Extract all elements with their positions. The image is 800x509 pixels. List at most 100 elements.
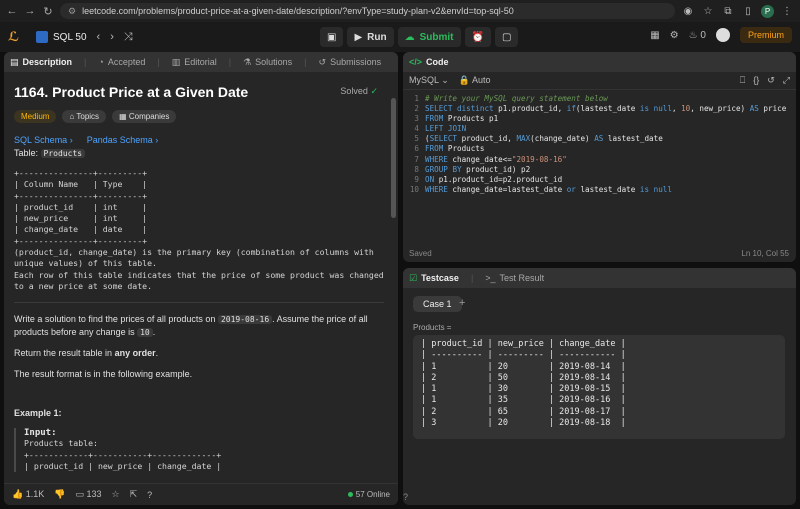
example-block: Products table: +------------+----------…: [24, 438, 222, 471]
tab-testcase[interactable]: ☑ Testcase: [409, 273, 459, 284]
cloud-upload-icon: ☁: [404, 31, 415, 43]
profile-avatar[interactable]: P: [761, 4, 774, 18]
tab-label: Testcase: [421, 273, 459, 283]
solved-label: Solved: [340, 86, 368, 96]
prompt-date: 2019-08-16: [217, 315, 273, 325]
sql-schema-link[interactable]: SQL Schema ›: [14, 135, 73, 145]
code-line: 8 GROUP BY product_id) p2: [414, 164, 531, 174]
next-problem-icon[interactable]: ›: [110, 31, 114, 44]
submit-label: Submit: [419, 31, 454, 43]
help-button[interactable]: ?: [147, 490, 152, 500]
tab-accepted[interactable]: ◔ Accepted: [98, 57, 145, 67]
tab-label: Test Result: [499, 273, 545, 283]
app-header: ℒ SQL 50 ‹ › ⤨ ▣ ▶ Run ☁ Submit ⏰ ▢ ▦ ⚙ …: [0, 22, 800, 52]
submit-button[interactable]: ☁ Submit: [397, 27, 461, 47]
bookmark-icon[interactable]: ⎕: [740, 75, 745, 86]
difficulty-badge[interactable]: Medium: [14, 110, 57, 123]
tab-description[interactable]: ▤ Description: [10, 57, 72, 68]
code-line: 4 LEFT JOIN: [414, 124, 467, 134]
debug-button[interactable]: ▣: [320, 27, 344, 47]
pandas-schema-link[interactable]: Pandas Schema ›: [87, 135, 159, 145]
share-button[interactable]: ⇱: [130, 489, 138, 500]
check-circle-icon: ✓: [370, 86, 378, 96]
reload-icon[interactable]: ↻: [42, 5, 54, 18]
description-scrollbar[interactable]: [391, 78, 396, 476]
format-icon[interactable]: {}: [753, 75, 759, 86]
url-text: leetcode.com/problems/product-price-at-a…: [82, 6, 514, 16]
tab-editorial[interactable]: ▥ Editorial: [172, 57, 217, 68]
online-status: 57 Online: [347, 490, 390, 499]
tab-label: Description: [22, 57, 73, 67]
testcase-input[interactable]: | product_id | new_price | change_date |…: [413, 335, 785, 439]
sidepanel-icon[interactable]: ▯: [741, 6, 755, 17]
code-line: 7 WHERE change_date<="2019-08-16": [414, 154, 567, 164]
tab-test-result[interactable]: >_ Test Result: [485, 273, 544, 283]
tab-label: Submissions: [330, 57, 382, 67]
notes-button[interactable]: ▢: [494, 27, 519, 47]
extensions-icon[interactable]: ⧉: [721, 6, 735, 17]
tab-label: Accepted: [107, 57, 146, 67]
help-icon[interactable]: ?: [403, 492, 408, 502]
forward-icon[interactable]: →: [24, 5, 36, 17]
divider: [14, 302, 384, 304]
code-text: FROM Products p1: [425, 114, 499, 124]
like-button[interactable]: 👍 1.1K: [12, 489, 44, 500]
companies-chip[interactable]: ▦ Companies: [112, 110, 177, 123]
address-bar[interactable]: ⚙ leetcode.com/problems/product-price-at…: [60, 3, 675, 19]
description-footer: 👍 1.1K 👎 ▭ 133 ☆ ⇱ ? 57 Online: [4, 483, 398, 505]
input-label: Input:: [24, 428, 57, 439]
reset-icon[interactable]: ↺: [767, 75, 775, 86]
star-icon[interactable]: ☆: [701, 6, 715, 17]
timer-button[interactable]: ⏰: [464, 27, 491, 47]
language-select[interactable]: MySQL ⌄: [409, 75, 449, 86]
scroll-thumb[interactable]: [391, 98, 396, 218]
code-line: 6 FROM Products: [414, 144, 485, 154]
run-button[interactable]: ▶ Run: [347, 27, 394, 47]
play-icon: ▶: [354, 31, 363, 43]
link-label: Pandas Schema: [86, 135, 153, 145]
clock-icon: ◔: [98, 57, 104, 67]
code-text: WHERE change_date<="2019-08-16": [425, 154, 567, 164]
code-line: 9 ON p1.product_id=p2.product_id: [414, 174, 563, 184]
premium-button[interactable]: Premium: [739, 27, 792, 43]
mode-label: Auto: [471, 75, 491, 85]
code-text: FROM Products: [425, 144, 485, 154]
fullscreen-icon[interactable]: ⤢: [783, 75, 790, 86]
favorite-button[interactable]: ☆: [112, 489, 120, 500]
return-bold: any order: [114, 348, 156, 359]
menu-icon[interactable]: ⋮: [780, 6, 794, 17]
description-tabs: ▤ Description | ◔ Accepted | ▥ Editorial | …: [4, 52, 398, 72]
editor-status: Saved Ln 10, Col 55: [409, 249, 789, 258]
site-info-icon[interactable]: ⚙: [68, 6, 76, 17]
case-1-tab[interactable]: Case 1: [413, 296, 462, 312]
streak-counter[interactable]: ♨ 0: [689, 30, 706, 41]
tab-solutions[interactable]: ⚗ Solutions: [243, 57, 292, 68]
lock-icon: 🔒: [458, 75, 470, 85]
study-plan-link[interactable]: SQL 50: [36, 31, 87, 43]
back-icon[interactable]: ←: [6, 5, 18, 17]
add-case-icon[interactable]: +: [459, 297, 465, 309]
return-text: Return the result table in: [14, 348, 113, 359]
table-name: Products: [40, 149, 86, 158]
history-icon: ↺: [318, 56, 327, 67]
prompt-default-price: 10: [137, 328, 153, 338]
shuffle-icon[interactable]: ⤨: [124, 31, 133, 44]
user-avatar[interactable]: [715, 28, 730, 42]
tab-submissions[interactable]: ↺ Submissions: [319, 57, 382, 68]
code-line: 10 WHERE change_date=lastest_date or last…: [409, 184, 672, 194]
tab-code[interactable]: </> Code: [409, 57, 449, 67]
cursor-position: Ln 10, Col 55: [741, 249, 789, 258]
dislike-button[interactable]: 👎: [54, 489, 65, 500]
comments-button[interactable]: ▭ 133: [75, 489, 101, 500]
layout-icon[interactable]: ▦: [650, 30, 659, 41]
language-label: MySQL: [409, 75, 439, 85]
code-editor[interactable]: 1 # Write your MySQL query statement belo…: [403, 92, 796, 242]
prev-problem-icon[interactable]: ‹: [97, 31, 101, 44]
input-name: Products =: [413, 323, 452, 332]
eye-off-icon[interactable]: ◉: [681, 6, 695, 17]
leetcode-logo-icon[interactable]: ℒ: [8, 30, 22, 44]
settings-icon[interactable]: ⚙: [670, 30, 679, 41]
autocomplete-toggle[interactable]: 🔒 Auto: [459, 75, 491, 86]
book-icon: ▥: [171, 56, 181, 67]
topics-chip[interactable]: ⌂ Topics: [62, 110, 107, 123]
